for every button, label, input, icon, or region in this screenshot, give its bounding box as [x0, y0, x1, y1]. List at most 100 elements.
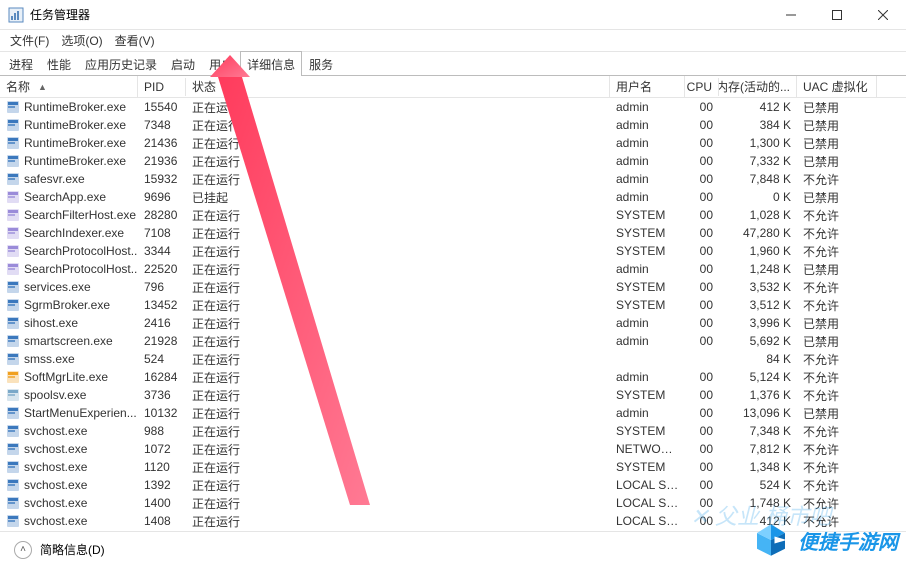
process-status: 正在运行 [186, 279, 610, 296]
table-row[interactable]: safesvr.exe15932正在运行admin007,848 K不允许 [0, 170, 906, 188]
table-row[interactable]: svchost.exe988正在运行SYSTEM007,348 K不允许 [0, 422, 906, 440]
table-row[interactable]: SoftMgrLite.exe16284正在运行admin005,124 K不允… [0, 368, 906, 386]
tab-3[interactable]: 启动 [164, 51, 202, 76]
process-pid: 15540 [138, 100, 186, 114]
process-pid: 7108 [138, 226, 186, 240]
process-uac: 不允许 [797, 477, 877, 494]
menu-file[interactable]: 文件(F) [4, 30, 55, 51]
table-row[interactable]: RuntimeBroker.exe21436正在运行admin001,300 K… [0, 134, 906, 152]
process-icon [6, 190, 20, 204]
process-pid: 1072 [138, 442, 186, 456]
table-row[interactable]: RuntimeBroker.exe15540正在运行admin00412 K已禁… [0, 98, 906, 116]
table-row[interactable]: SearchIndexer.exe7108正在运行SYSTEM0047,280 … [0, 224, 906, 242]
process-mem: 1,028 K [719, 208, 797, 222]
process-cpu: 00 [685, 226, 719, 240]
process-mem: 3,996 K [719, 316, 797, 330]
table-row[interactable]: SearchApp.exe9696已挂起admin000 K已禁用 [0, 188, 906, 206]
tab-6[interactable]: 服务 [302, 51, 340, 76]
process-name: RuntimeBroker.exe [24, 118, 126, 132]
process-pid: 2416 [138, 316, 186, 330]
process-pid: 524 [138, 352, 186, 366]
table-row[interactable]: services.exe796正在运行SYSTEM003,532 K不允许 [0, 278, 906, 296]
col-name[interactable]: 名称▲ [0, 76, 138, 97]
tab-0[interactable]: 进程 [2, 51, 40, 76]
process-uac: 已禁用 [797, 333, 877, 350]
table-row[interactable]: RuntimeBroker.exe21936正在运行admin007,332 K… [0, 152, 906, 170]
process-icon [6, 370, 20, 384]
process-status: 正在运行 [186, 117, 610, 134]
process-pid: 15932 [138, 172, 186, 186]
process-uac: 已禁用 [797, 153, 877, 170]
col-mem[interactable]: 内存(活动的... [719, 76, 797, 97]
process-name: svchost.exe [24, 478, 87, 492]
process-mem: 7,848 K [719, 172, 797, 186]
tab-4[interactable]: 用户 [202, 51, 240, 76]
process-uac: 已禁用 [797, 117, 877, 134]
table-row[interactable]: SgrmBroker.exe13452正在运行SYSTEM003,512 K不允… [0, 296, 906, 314]
process-name: safesvr.exe [24, 172, 85, 186]
process-icon [6, 514, 20, 528]
menu-view[interactable]: 查看(V) [109, 30, 161, 51]
process-icon [6, 172, 20, 186]
process-uac: 不允许 [797, 279, 877, 296]
process-cpu: 00 [685, 370, 719, 384]
table-row[interactable]: svchost.exe1392正在运行LOCAL SE...00524 K不允许 [0, 476, 906, 494]
process-user: admin [610, 136, 685, 150]
process-pid: 21436 [138, 136, 186, 150]
fewer-details-button[interactable]: 简略信息(D) [40, 541, 105, 558]
process-cpu: 00 [685, 208, 719, 222]
process-name: SearchProtocolHost... [24, 244, 138, 258]
process-pid: 28280 [138, 208, 186, 222]
process-user: admin [610, 370, 685, 384]
table-row[interactable]: svchost.exe1120正在运行SYSTEM001,348 K不允许 [0, 458, 906, 476]
process-mem: 1,248 K [719, 262, 797, 276]
watermark-logo-icon [750, 519, 792, 561]
process-icon [6, 208, 20, 222]
col-uac[interactable]: UAC 虚拟化 [797, 76, 877, 97]
process-status: 正在运行 [186, 351, 610, 368]
process-icon [6, 280, 20, 294]
menu-options[interactable]: 选项(O) [55, 30, 108, 51]
process-status: 正在运行 [186, 315, 610, 332]
col-pid[interactable]: PID [138, 78, 186, 96]
table-row[interactable]: sihost.exe2416正在运行admin003,996 K已禁用 [0, 314, 906, 332]
process-name: smartscreen.exe [24, 334, 113, 348]
table-row[interactable]: smss.exe524正在运行84 K不允许 [0, 350, 906, 368]
table-row[interactable]: svchost.exe1072正在运行NETWORK...007,812 K不允… [0, 440, 906, 458]
table-row[interactable]: SearchProtocolHost...3344正在运行SYSTEM001,9… [0, 242, 906, 260]
minimize-button[interactable] [768, 0, 814, 29]
process-pid: 22520 [138, 262, 186, 276]
table-row[interactable]: RuntimeBroker.exe7348正在运行admin00384 K已禁用 [0, 116, 906, 134]
process-status: 正在运行 [186, 297, 610, 314]
maximize-button[interactable] [814, 0, 860, 29]
tab-1[interactable]: 性能 [40, 51, 78, 76]
process-icon [6, 136, 20, 150]
tab-5[interactable]: 详细信息 [240, 51, 302, 76]
process-user: LOCAL SE... [610, 514, 685, 528]
col-user[interactable]: 用户名 [610, 76, 685, 97]
process-user: LOCAL SE... [610, 478, 685, 492]
table-row[interactable]: SearchProtocolHost...22520正在运行admin001,2… [0, 260, 906, 278]
process-cpu: 00 [685, 478, 719, 492]
col-status[interactable]: 状态 [186, 76, 610, 97]
process-status: 正在运行 [186, 261, 610, 278]
process-uac: 不允许 [797, 459, 877, 476]
table-row[interactable]: spoolsv.exe3736正在运行SYSTEM001,376 K不允许 [0, 386, 906, 404]
process-uac: 不允许 [797, 207, 877, 224]
process-uac: 不允许 [797, 387, 877, 404]
col-cpu[interactable]: CPU [685, 78, 719, 96]
process-name: svchost.exe [24, 460, 87, 474]
table-row[interactable]: SearchFilterHost.exe28280正在运行SYSTEM001,0… [0, 206, 906, 224]
process-mem: 1,960 K [719, 244, 797, 258]
process-icon [6, 316, 20, 330]
process-status: 正在运行 [186, 153, 610, 170]
process-cpu: 00 [685, 334, 719, 348]
process-user: admin [610, 118, 685, 132]
close-button[interactable] [860, 0, 906, 29]
process-cpu: 00 [685, 442, 719, 456]
table-row[interactable]: smartscreen.exe21928正在运行admin005,692 K已禁… [0, 332, 906, 350]
tab-2[interactable]: 应用历史记录 [78, 51, 164, 76]
process-cpu: 00 [685, 100, 719, 114]
table-row[interactable]: StartMenuExperien...10132正在运行admin0013,0… [0, 404, 906, 422]
chevron-up-icon[interactable]: ˄ [14, 541, 32, 559]
